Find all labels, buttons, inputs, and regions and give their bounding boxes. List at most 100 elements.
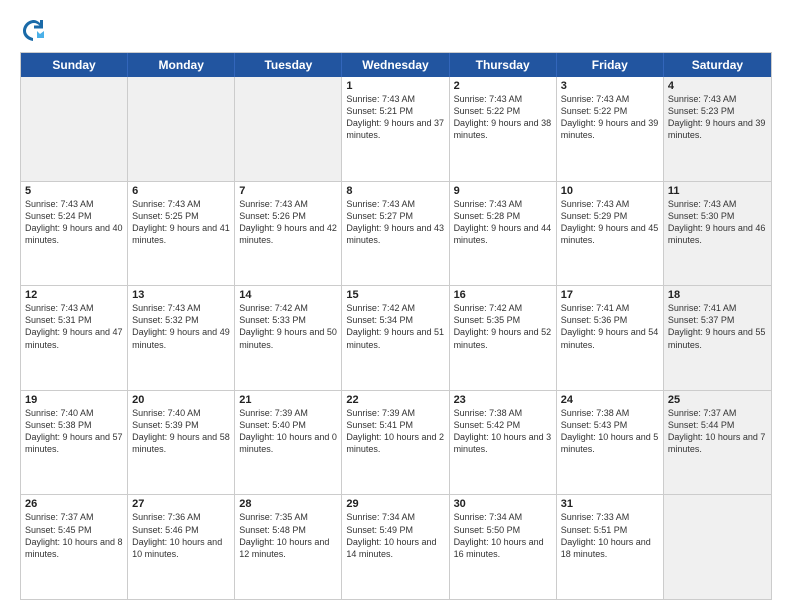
day-number: 10 bbox=[561, 185, 659, 197]
day-number: 6 bbox=[132, 185, 230, 197]
day-number: 3 bbox=[561, 80, 659, 92]
day-info: Sunrise: 7:33 AM Sunset: 5:51 PM Dayligh… bbox=[561, 511, 659, 560]
header-day-saturday: Saturday bbox=[664, 53, 771, 77]
calendar-cell: 1Sunrise: 7:43 AM Sunset: 5:21 PM Daylig… bbox=[342, 77, 449, 181]
day-info: Sunrise: 7:41 AM Sunset: 5:36 PM Dayligh… bbox=[561, 302, 659, 351]
day-number: 29 bbox=[346, 498, 444, 510]
day-info: Sunrise: 7:38 AM Sunset: 5:43 PM Dayligh… bbox=[561, 407, 659, 456]
calendar-cell: 6Sunrise: 7:43 AM Sunset: 5:25 PM Daylig… bbox=[128, 182, 235, 286]
day-info: Sunrise: 7:40 AM Sunset: 5:39 PM Dayligh… bbox=[132, 407, 230, 456]
day-info: Sunrise: 7:43 AM Sunset: 5:22 PM Dayligh… bbox=[454, 93, 552, 142]
calendar-cell bbox=[128, 77, 235, 181]
day-number: 12 bbox=[25, 289, 123, 301]
calendar-cell: 26Sunrise: 7:37 AM Sunset: 5:45 PM Dayli… bbox=[21, 495, 128, 599]
day-number: 17 bbox=[561, 289, 659, 301]
day-info: Sunrise: 7:37 AM Sunset: 5:45 PM Dayligh… bbox=[25, 511, 123, 560]
calendar-cell: 5Sunrise: 7:43 AM Sunset: 5:24 PM Daylig… bbox=[21, 182, 128, 286]
day-info: Sunrise: 7:36 AM Sunset: 5:46 PM Dayligh… bbox=[132, 511, 230, 560]
page: SundayMondayTuesdayWednesdayThursdayFrid… bbox=[0, 0, 792, 612]
calendar-cell: 30Sunrise: 7:34 AM Sunset: 5:50 PM Dayli… bbox=[450, 495, 557, 599]
day-info: Sunrise: 7:38 AM Sunset: 5:42 PM Dayligh… bbox=[454, 407, 552, 456]
calendar-cell: 31Sunrise: 7:33 AM Sunset: 5:51 PM Dayli… bbox=[557, 495, 664, 599]
header-day-monday: Monday bbox=[128, 53, 235, 77]
day-number: 8 bbox=[346, 185, 444, 197]
calendar-cell: 7Sunrise: 7:43 AM Sunset: 5:26 PM Daylig… bbox=[235, 182, 342, 286]
day-info: Sunrise: 7:34 AM Sunset: 5:49 PM Dayligh… bbox=[346, 511, 444, 560]
header-day-friday: Friday bbox=[557, 53, 664, 77]
calendar-cell: 16Sunrise: 7:42 AM Sunset: 5:35 PM Dayli… bbox=[450, 286, 557, 390]
day-info: Sunrise: 7:43 AM Sunset: 5:28 PM Dayligh… bbox=[454, 198, 552, 247]
calendar-cell: 12Sunrise: 7:43 AM Sunset: 5:31 PM Dayli… bbox=[21, 286, 128, 390]
day-info: Sunrise: 7:43 AM Sunset: 5:32 PM Dayligh… bbox=[132, 302, 230, 351]
calendar-row-1: 5Sunrise: 7:43 AM Sunset: 5:24 PM Daylig… bbox=[21, 181, 771, 286]
calendar-cell: 18Sunrise: 7:41 AM Sunset: 5:37 PM Dayli… bbox=[664, 286, 771, 390]
day-number: 4 bbox=[668, 80, 767, 92]
header-day-tuesday: Tuesday bbox=[235, 53, 342, 77]
day-number: 22 bbox=[346, 394, 444, 406]
day-info: Sunrise: 7:41 AM Sunset: 5:37 PM Dayligh… bbox=[668, 302, 767, 351]
day-info: Sunrise: 7:43 AM Sunset: 5:26 PM Dayligh… bbox=[239, 198, 337, 247]
header-day-sunday: Sunday bbox=[21, 53, 128, 77]
day-info: Sunrise: 7:43 AM Sunset: 5:29 PM Dayligh… bbox=[561, 198, 659, 247]
day-number: 7 bbox=[239, 185, 337, 197]
day-number: 5 bbox=[25, 185, 123, 197]
calendar-row-3: 19Sunrise: 7:40 AM Sunset: 5:38 PM Dayli… bbox=[21, 390, 771, 495]
day-number: 24 bbox=[561, 394, 659, 406]
day-number: 16 bbox=[454, 289, 552, 301]
day-number: 30 bbox=[454, 498, 552, 510]
header-day-wednesday: Wednesday bbox=[342, 53, 449, 77]
calendar-cell: 27Sunrise: 7:36 AM Sunset: 5:46 PM Dayli… bbox=[128, 495, 235, 599]
calendar-cell: 14Sunrise: 7:42 AM Sunset: 5:33 PM Dayli… bbox=[235, 286, 342, 390]
day-number: 2 bbox=[454, 80, 552, 92]
calendar-row-4: 26Sunrise: 7:37 AM Sunset: 5:45 PM Dayli… bbox=[21, 494, 771, 599]
day-number: 14 bbox=[239, 289, 337, 301]
calendar-cell: 28Sunrise: 7:35 AM Sunset: 5:48 PM Dayli… bbox=[235, 495, 342, 599]
day-number: 15 bbox=[346, 289, 444, 301]
calendar-cell: 2Sunrise: 7:43 AM Sunset: 5:22 PM Daylig… bbox=[450, 77, 557, 181]
calendar-cell bbox=[235, 77, 342, 181]
calendar-cell: 3Sunrise: 7:43 AM Sunset: 5:22 PM Daylig… bbox=[557, 77, 664, 181]
day-info: Sunrise: 7:39 AM Sunset: 5:41 PM Dayligh… bbox=[346, 407, 444, 456]
calendar-cell: 19Sunrise: 7:40 AM Sunset: 5:38 PM Dayli… bbox=[21, 391, 128, 495]
day-info: Sunrise: 7:43 AM Sunset: 5:27 PM Dayligh… bbox=[346, 198, 444, 247]
calendar-row-0: 1Sunrise: 7:43 AM Sunset: 5:21 PM Daylig… bbox=[21, 77, 771, 181]
day-info: Sunrise: 7:42 AM Sunset: 5:35 PM Dayligh… bbox=[454, 302, 552, 351]
day-number: 27 bbox=[132, 498, 230, 510]
day-number: 25 bbox=[668, 394, 767, 406]
day-number: 1 bbox=[346, 80, 444, 92]
day-info: Sunrise: 7:43 AM Sunset: 5:23 PM Dayligh… bbox=[668, 93, 767, 142]
calendar-cell: 8Sunrise: 7:43 AM Sunset: 5:27 PM Daylig… bbox=[342, 182, 449, 286]
day-number: 26 bbox=[25, 498, 123, 510]
calendar-row-2: 12Sunrise: 7:43 AM Sunset: 5:31 PM Dayli… bbox=[21, 285, 771, 390]
calendar-cell: 10Sunrise: 7:43 AM Sunset: 5:29 PM Dayli… bbox=[557, 182, 664, 286]
calendar-cell: 13Sunrise: 7:43 AM Sunset: 5:32 PM Dayli… bbox=[128, 286, 235, 390]
calendar-cell bbox=[664, 495, 771, 599]
calendar-cell: 9Sunrise: 7:43 AM Sunset: 5:28 PM Daylig… bbox=[450, 182, 557, 286]
logo bbox=[20, 16, 52, 44]
calendar-cell: 21Sunrise: 7:39 AM Sunset: 5:40 PM Dayli… bbox=[235, 391, 342, 495]
calendar-cell: 4Sunrise: 7:43 AM Sunset: 5:23 PM Daylig… bbox=[664, 77, 771, 181]
logo-icon bbox=[20, 16, 48, 44]
day-number: 31 bbox=[561, 498, 659, 510]
day-info: Sunrise: 7:39 AM Sunset: 5:40 PM Dayligh… bbox=[239, 407, 337, 456]
header bbox=[20, 16, 772, 44]
day-info: Sunrise: 7:43 AM Sunset: 5:25 PM Dayligh… bbox=[132, 198, 230, 247]
day-number: 9 bbox=[454, 185, 552, 197]
calendar-cell: 23Sunrise: 7:38 AM Sunset: 5:42 PM Dayli… bbox=[450, 391, 557, 495]
day-number: 13 bbox=[132, 289, 230, 301]
day-number: 18 bbox=[668, 289, 767, 301]
day-number: 28 bbox=[239, 498, 337, 510]
calendar-cell: 17Sunrise: 7:41 AM Sunset: 5:36 PM Dayli… bbox=[557, 286, 664, 390]
calendar-cell: 20Sunrise: 7:40 AM Sunset: 5:39 PM Dayli… bbox=[128, 391, 235, 495]
calendar-header: SundayMondayTuesdayWednesdayThursdayFrid… bbox=[21, 53, 771, 77]
day-number: 23 bbox=[454, 394, 552, 406]
day-info: Sunrise: 7:43 AM Sunset: 5:22 PM Dayligh… bbox=[561, 93, 659, 142]
calendar-cell: 29Sunrise: 7:34 AM Sunset: 5:49 PM Dayli… bbox=[342, 495, 449, 599]
day-number: 19 bbox=[25, 394, 123, 406]
day-info: Sunrise: 7:43 AM Sunset: 5:24 PM Dayligh… bbox=[25, 198, 123, 247]
calendar-cell: 15Sunrise: 7:42 AM Sunset: 5:34 PM Dayli… bbox=[342, 286, 449, 390]
day-number: 21 bbox=[239, 394, 337, 406]
day-info: Sunrise: 7:37 AM Sunset: 5:44 PM Dayligh… bbox=[668, 407, 767, 456]
calendar: SundayMondayTuesdayWednesdayThursdayFrid… bbox=[20, 52, 772, 600]
calendar-body: 1Sunrise: 7:43 AM Sunset: 5:21 PM Daylig… bbox=[21, 77, 771, 599]
